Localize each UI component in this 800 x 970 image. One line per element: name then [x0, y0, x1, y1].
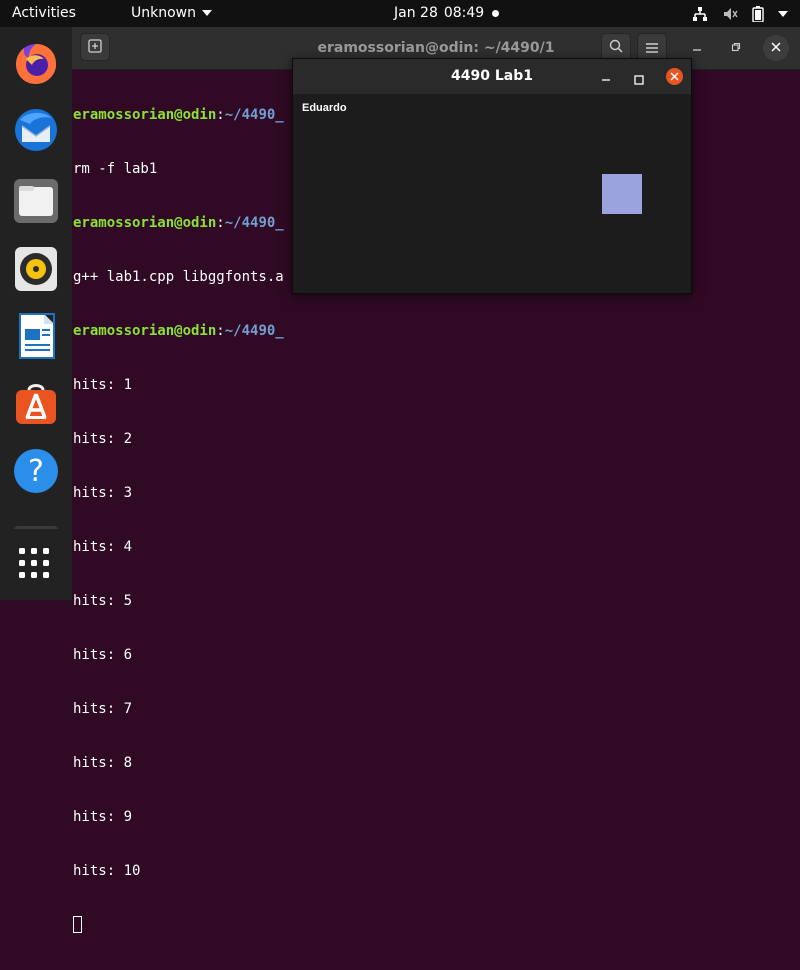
- close-icon[interactable]: [666, 68, 683, 85]
- prompt-path: ~/4490_: [224, 215, 284, 231]
- prompt-user: eramossorian@odin: [73, 215, 217, 231]
- firefox-icon[interactable]: [12, 39, 60, 87]
- lab-window-header[interactable]: 4490 Lab1: [293, 59, 691, 94]
- search-icon: [609, 38, 623, 57]
- output-line: hits: 6: [73, 647, 133, 663]
- menu-button[interactable]: [637, 33, 667, 61]
- prompt-path: ~/4490_: [224, 107, 284, 123]
- output-line: hits: 9: [73, 809, 133, 825]
- svg-text:?: ?: [28, 454, 44, 489]
- battery-icon: [752, 5, 764, 22]
- system-menu-caret-icon: [778, 10, 788, 18]
- moving-box: [602, 174, 642, 214]
- top-bar: Activities Unknown Jan 28 08:49: [0, 0, 800, 27]
- output-line: hits: 3: [73, 485, 133, 501]
- restore-icon: [731, 41, 741, 56]
- show-apps-icon[interactable]: [18, 547, 54, 583]
- prompt-user: eramossorian@odin: [73, 323, 217, 339]
- output-line: hits: 2: [73, 431, 133, 447]
- app-menu[interactable]: Unknown: [131, 0, 212, 27]
- activities-button[interactable]: Activities: [12, 0, 76, 27]
- prompt-line: eramossorian@odin:~/4490_: [73, 323, 284, 339]
- clock[interactable]: Jan 28 08:49: [394, 0, 484, 27]
- notification-dot-icon: [492, 10, 499, 17]
- lab-window-title: 4490 Lab1: [451, 68, 533, 84]
- volume-muted-icon: [722, 6, 738, 22]
- output-line: hits: 10: [73, 863, 141, 879]
- minimize-icon[interactable]: [600, 69, 612, 83]
- close-icon: [771, 41, 781, 56]
- software-center-icon[interactable]: [12, 380, 60, 428]
- maximize-icon[interactable]: [634, 70, 644, 85]
- dock: ?: [0, 27, 72, 600]
- terminal-icon[interactable]: [12, 519, 60, 529]
- prompt-path: ~/4490_: [224, 323, 284, 339]
- output-line: hits: 7: [73, 701, 133, 717]
- cursor-line: [73, 916, 793, 934]
- help-icon[interactable]: ?: [12, 447, 60, 495]
- prompt-user: eramossorian@odin: [73, 107, 217, 123]
- close-button[interactable]: [763, 35, 789, 61]
- output-line: hits: 1: [73, 377, 133, 393]
- app-menu-label: Unknown: [131, 5, 196, 21]
- lab-canvas[interactable]: Eduardo: [293, 94, 691, 293]
- network-icon: [692, 6, 708, 22]
- thunderbird-icon[interactable]: [12, 106, 60, 154]
- restore-button[interactable]: [723, 35, 749, 61]
- clock-time: 08:49: [443, 5, 485, 21]
- output-line: hits: 4: [73, 539, 133, 555]
- rhythmbox-icon[interactable]: [12, 245, 60, 293]
- chevron-down-icon: [202, 10, 212, 16]
- system-tray[interactable]: [692, 0, 788, 27]
- text-cursor: [73, 916, 82, 933]
- output-line: hits: 8: [73, 755, 133, 771]
- output-line: hits: 5: [73, 593, 133, 609]
- files-icon[interactable]: [12, 177, 60, 225]
- libreoffice-writer-icon[interactable]: [12, 312, 60, 360]
- minimize-icon: [692, 41, 702, 56]
- lab-window[interactable]: 4490 Lab1 Eduardo: [292, 58, 692, 294]
- search-button[interactable]: [601, 33, 631, 61]
- clock-date: Jan 28: [394, 5, 438, 21]
- lab-name-label: Eduardo: [302, 102, 347, 114]
- hamburger-menu-icon: [646, 38, 658, 57]
